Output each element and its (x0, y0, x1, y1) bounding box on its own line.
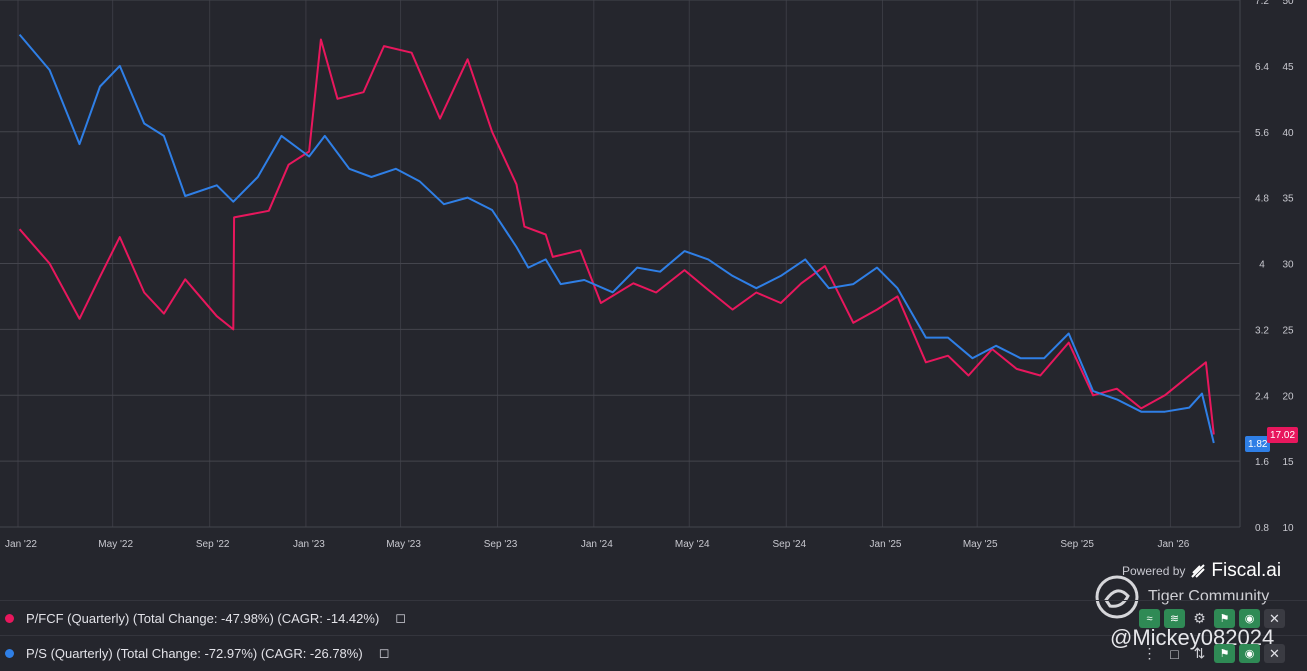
y-axis-left-ticks: 0.8 1.6 2.4 3.2 4 4.8 5.6 6.4 7.2 (1255, 0, 1269, 534)
legend-dot-pfcf (5, 613, 14, 623)
x-tick-label: Sep '25 (1060, 539, 1094, 550)
y-left-tick-label: 2.4 (1255, 391, 1269, 402)
y-right-tick-label: 15 (1282, 457, 1294, 468)
y-left-tick-label: 6.4 (1255, 62, 1269, 73)
y-left-tick-label: 4.8 (1255, 194, 1269, 205)
y-right-tick-label: 50 (1282, 0, 1294, 7)
fiscal-logo-icon (1191, 564, 1206, 578)
y-left-tick-label: 0.8 (1255, 523, 1269, 534)
y-left-tick-label: 4 (1259, 260, 1265, 271)
y-left-tick-label: 5.6 (1255, 128, 1269, 139)
x-tick-label: May '24 (675, 539, 710, 550)
y-left-tick-label: 7.2 (1255, 0, 1269, 7)
y-axis-right-ticks: 10 15 20 25 30 35 40 45 50 (1282, 0, 1294, 534)
y-left-tick-label: 3.2 (1255, 325, 1269, 336)
x-tick-label: May '25 (963, 539, 998, 550)
x-tick-label: Sep '23 (484, 539, 518, 550)
eye-icon[interactable]: ◉ (1239, 644, 1260, 663)
bookmark-icon[interactable]: ◻ (395, 610, 406, 626)
tag-icon[interactable]: ⚑ (1214, 644, 1235, 663)
toolbar-ps: ⋮ □ ⇅ ⚑ ◉ ✕ (1139, 644, 1285, 663)
legend-dot-ps (5, 648, 14, 658)
powered-by: Powered by Fiscal.ai (1122, 560, 1281, 582)
series-line-pfcf (18, 38, 1215, 435)
y-right-tick-label: 35 (1282, 194, 1294, 205)
chart-svg: Jan '22 May '22 Sep '22 Jan '23 May '23 Sep '… (0, 0, 1294, 550)
close-icon[interactable]: ✕ (1264, 644, 1285, 663)
y-right-tick-label: 40 (1282, 128, 1294, 139)
bookmark-icon[interactable]: ◻ (379, 645, 390, 661)
y-right-tick-label: 25 (1282, 325, 1294, 336)
sort-icon[interactable]: ⇅ (1189, 644, 1210, 663)
x-tick-label: May '23 (386, 539, 421, 550)
series-lines (18, 33, 1215, 444)
y-left-tick-label: 1.6 (1255, 457, 1269, 468)
x-tick-label: Jan '25 (870, 539, 902, 550)
x-axis-ticks: Jan '22 May '22 Sep '22 Jan '23 May '23 Sep '… (5, 539, 1190, 550)
y-right-tick-label: 45 (1282, 62, 1294, 73)
line-chart-icon[interactable]: ⋮ (1139, 644, 1160, 663)
y-right-tick-label: 20 (1282, 391, 1294, 402)
x-tick-label: Jan '24 (581, 539, 613, 550)
x-tick-label: May '22 (98, 539, 133, 550)
trend-icon[interactable]: □ (1164, 644, 1185, 663)
x-tick-label: Sep '22 (196, 539, 230, 550)
legend-label-ps: P/S (Quarterly) (Total Change: -72.97%) … (26, 645, 363, 661)
series-last-value-badge-pfcf: 17.02 (1267, 427, 1299, 443)
legend-label-pfcf: P/FCF (Quarterly) (Total Change: -47.98%… (26, 610, 380, 626)
series-line-ps (18, 33, 1215, 444)
brand-name: Fiscal.ai (1211, 560, 1282, 581)
x-tick-label: Jan '22 (5, 539, 37, 550)
x-tick-label: Sep '24 (772, 539, 806, 550)
x-tick-label: Jan '26 (1157, 539, 1189, 550)
y-right-tick-label: 10 (1282, 523, 1294, 534)
grid-lines (0, 0, 1241, 528)
y-right-tick-label: 30 (1282, 260, 1294, 271)
x-tick-label: Jan '23 (293, 539, 325, 550)
